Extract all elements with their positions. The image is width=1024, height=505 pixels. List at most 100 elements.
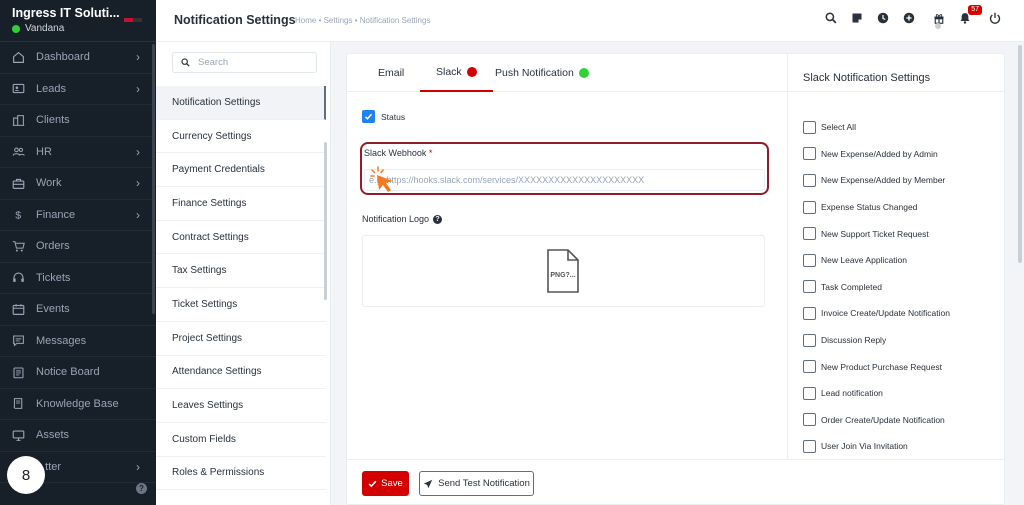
checkbox[interactable] [803,120,816,134]
settings-item-custom-fields[interactable]: Custom Fields [156,423,326,457]
page-title: Notification Settings [174,13,296,27]
option-discussion-reply[interactable]: Discussion Reply [803,327,950,354]
checkbox[interactable] [803,253,816,267]
click-cursor-icon [370,166,393,192]
settings-scrollbar[interactable] [324,142,327,300]
sidebar-item-notice-board[interactable]: Notice Board [0,357,156,389]
sidebar-item-label: HR [36,145,52,158]
monitor-icon [11,428,25,442]
save-label: Save [381,478,403,489]
option-invoice-create-update-notification[interactable]: Invoice Create/Update Notification [803,300,950,327]
checkbox[interactable] [803,306,816,320]
sidebar-item-label: Tickets [36,271,71,284]
settings-item-notification-settings[interactable]: Notification Settings [156,86,326,120]
chevron-right-icon: › [136,176,140,191]
sidebar-item-events[interactable]: Events [0,294,156,326]
divider [788,91,1007,92]
sidebar-item-leads[interactable]: Leads › [0,74,156,105]
plus-circle-icon[interactable] [902,11,916,25]
checkbox[interactable] [803,147,816,161]
settings-item-currency-settings[interactable]: Currency Settings [156,120,326,154]
option-user-join-via-invitation[interactable]: User Join Via Invitation [803,433,950,460]
tab-label: Email [378,67,405,79]
option-new-expense-added-by-admin[interactable]: New Expense/Added by Admin [803,141,950,168]
checkbox[interactable] [803,280,816,294]
option-new-product-purchase-request[interactable]: New Product Purchase Request [803,353,950,380]
tab-push-notification[interactable]: Push Notification [495,54,589,92]
webhook-label: Slack Webhook * [364,148,433,158]
sidebar-item-label: Events [36,303,70,316]
breadcrumb[interactable]: Home • Settings • Notification Settings [295,16,430,25]
sidebar-item-hr[interactable]: HR › [0,137,156,168]
settings-item-leaves-settings[interactable]: Leaves Settings [156,389,326,423]
chat-icon [11,334,25,348]
webhook-input[interactable] [365,170,764,190]
option-label: Task Completed [821,281,882,292]
panel-title: Slack Notification Settings [803,72,931,84]
help-icon[interactable]: ? [136,483,147,494]
sidebar-item-tickets[interactable]: Tickets [0,263,156,294]
sidebar-item-messages[interactable]: Messages [0,326,156,357]
sidebar-item-dashboard[interactable]: Dashboard › [0,42,156,74]
option-label: Select All [821,122,856,133]
settings-item-attendance-settings[interactable]: Attendance Settings [156,356,326,390]
sidebar-item-knowledge-base[interactable]: Knowledge Base [0,389,156,420]
option-lead-notification[interactable]: Lead notification [803,380,950,407]
option-task-completed[interactable]: Task Completed [803,274,950,301]
send-test-notification-button[interactable]: Send Test Notification [419,471,534,496]
sticky-note-icon[interactable] [850,11,864,25]
sidebar-scrollbar[interactable] [152,44,155,314]
power-icon[interactable] [988,11,1002,25]
option-label: New Product Purchase Request [821,361,942,372]
settings-item-project-settings[interactable]: Project Settings [156,322,326,356]
clock-icon[interactable] [876,11,890,25]
bell-icon[interactable]: 57 [958,5,982,25]
settings-item-payment-credentials[interactable]: Payment Credentials [156,153,326,188]
tab-slack[interactable]: Slack [420,54,493,92]
settings-item-tax-settings[interactable]: Tax Settings [156,254,326,289]
brand-header[interactable]: Ingress IT Soluti... Vandana [0,0,156,42]
option-label: Discussion Reply [821,335,887,346]
settings-item-finance-settings[interactable]: Finance Settings [156,187,326,221]
chevron-right-icon: › [136,81,140,96]
status-checkbox[interactable] [362,110,375,123]
checkbox[interactable] [803,386,816,400]
tab-email[interactable]: Email [378,54,404,92]
sidebar-item-work[interactable]: Work › [0,168,156,200]
sidebar-menu: Dashboard › Leads › Clients HR › Work › $ Finance ›… [0,42,156,483]
sidebar-item-finance[interactable]: $ Finance › [0,200,156,231]
logo-dropzone[interactable]: PNG?... [362,235,765,307]
settings-search[interactable]: Search [172,52,317,73]
checkbox[interactable] [803,173,816,187]
status-label: Status [381,111,406,122]
checkbox[interactable] [803,360,816,374]
option-select-all[interactable]: Select All [803,114,950,141]
checkbox[interactable] [803,227,816,241]
page-scrollbar[interactable] [1018,45,1022,263]
question-icon[interactable]: ? [433,214,443,224]
headset-icon [11,271,25,285]
sidebar-item-clients[interactable]: Clients [0,105,156,137]
checkbox[interactable] [803,413,816,427]
option-new-leave-application[interactable]: New Leave Application [803,247,950,274]
settings-item-contract-settings[interactable]: Contract Settings [156,221,326,255]
option-order-create-update-notification[interactable]: Order Create/Update Notification [803,407,950,434]
option-new-support-ticket-request[interactable]: New Support Ticket Request [803,220,950,247]
status-toggle[interactable]: Status [362,110,405,123]
sidebar-item-assets[interactable]: Assets [0,420,156,452]
sidebar-item-label: Dashboard [36,51,90,64]
sidebar-item-orders[interactable]: Orders [0,231,156,263]
search-icon[interactable] [824,11,838,25]
checkbox[interactable] [803,333,816,347]
checkbox[interactable] [803,200,816,214]
settings-item-roles-permissions[interactable]: Roles & Permissions [156,457,326,491]
gift-icon[interactable] [932,11,946,29]
checkbox[interactable] [803,439,816,453]
book-icon [11,397,25,411]
save-button[interactable]: Save [362,471,409,496]
option-new-expense-added-by-member[interactable]: New Expense/Added by Member [803,167,950,194]
settings-item-ticket-settings[interactable]: Ticket Settings [156,288,326,322]
file-icon: PNG?... [546,248,580,294]
option-expense-status-changed[interactable]: Expense Status Changed [803,194,950,221]
webhook-field[interactable] [364,169,765,191]
